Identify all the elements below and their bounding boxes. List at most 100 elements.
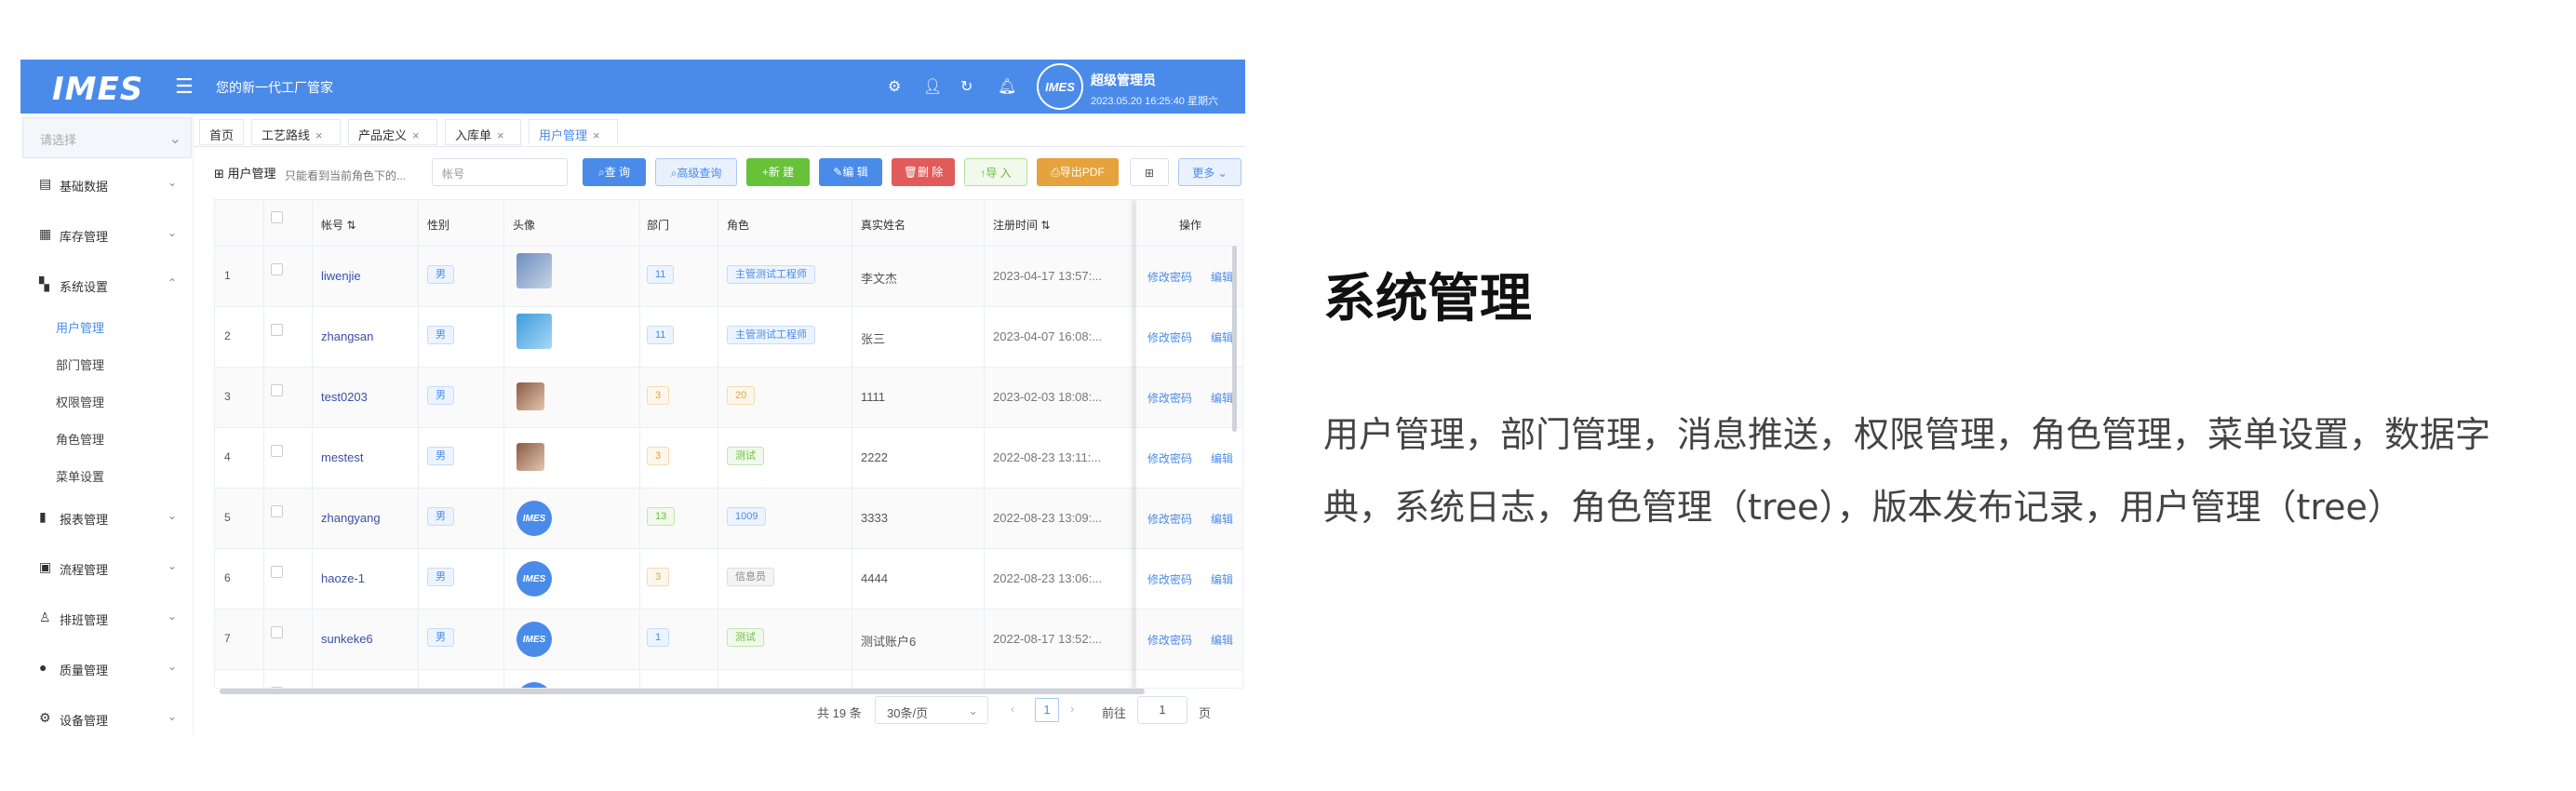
change-password-link[interactable]: 修改密码 bbox=[1147, 511, 1192, 527]
import-button[interactable]: ↑导 入 bbox=[964, 158, 1027, 186]
header-register-time[interactable]: 注册时间 ⇅ bbox=[993, 217, 1050, 233]
tab-home[interactable]: 首页 bbox=[199, 119, 244, 145]
database-icon: ▤ bbox=[39, 176, 52, 191]
account-link[interactable]: zhangyang bbox=[321, 511, 381, 525]
prev-page-icon[interactable]: ‹ bbox=[1011, 702, 1014, 716]
user-name[interactable]: 超级管理员 bbox=[1091, 71, 1156, 89]
current-page[interactable]: 1 bbox=[1035, 698, 1059, 722]
sidebar-subitem-permission[interactable]: 权限管理 bbox=[56, 393, 104, 410]
user-avatar[interactable]: IMES bbox=[1037, 63, 1083, 110]
change-password-link[interactable]: 修改密码 bbox=[1147, 269, 1192, 285]
row-checkbox[interactable] bbox=[271, 384, 283, 396]
account-link[interactable]: test0203 bbox=[321, 390, 368, 404]
gear-icon: ⚙ bbox=[39, 710, 51, 725]
more-button[interactable]: 更多 ⌄ bbox=[1178, 158, 1241, 186]
change-password-link[interactable]: 修改密码 bbox=[1147, 450, 1192, 466]
delete-button[interactable]: 🗑︎删 除 bbox=[892, 158, 955, 186]
sidebar-subitem-dept[interactable]: 部门管理 bbox=[56, 355, 104, 373]
sidebar-item-system-settings[interactable]: ▚ 系统设置 ⌃ bbox=[20, 266, 194, 303]
sidebar-subitem-role[interactable]: 角色管理 bbox=[56, 430, 104, 448]
advanced-query-button[interactable]: ⌕高级查询 bbox=[655, 158, 737, 186]
edit-link[interactable]: 编辑 bbox=[1211, 450, 1233, 466]
select-all-checkbox[interactable] bbox=[271, 211, 283, 223]
column-divider bbox=[312, 200, 313, 688]
process-icon: ▣ bbox=[39, 559, 52, 574]
row-checkbox[interactable] bbox=[271, 324, 283, 336]
sidebar-item-basic-data[interactable]: ▤ 基础数据 ⌄ bbox=[20, 166, 194, 203]
change-password-link[interactable]: 修改密码 bbox=[1147, 571, 1192, 587]
goto-page-input[interactable]: 1 bbox=[1137, 696, 1187, 724]
gender-tag: 男 bbox=[427, 568, 454, 586]
column-settings-icon[interactable]: ⊞ bbox=[1130, 158, 1169, 186]
edit-link[interactable]: 编辑 bbox=[1211, 571, 1233, 587]
settings-icon[interactable]: ⚙ bbox=[888, 77, 901, 96]
account-link[interactable]: mestest bbox=[321, 450, 364, 464]
edit-button[interactable]: ✎编 辑 bbox=[819, 158, 882, 186]
row-checkbox[interactable] bbox=[271, 445, 283, 457]
page-size-select[interactable]: 30条/页 ⌄ bbox=[875, 696, 988, 724]
user-icon[interactable]: 👤︎ bbox=[923, 77, 942, 96]
account-link[interactable]: liwenjie bbox=[321, 269, 361, 283]
edit-link[interactable]: 编辑 bbox=[1211, 329, 1233, 345]
close-icon[interactable]: × bbox=[593, 128, 600, 142]
sidebar-item-reports[interactable]: ▮ 报表管理 ⌄ bbox=[20, 499, 194, 536]
table-row[interactable]: 6 haoze-1 男 IMES 3 信息员 4444 2022-08-23 13:06:..… bbox=[215, 549, 1242, 610]
tab-inbound-order[interactable]: 入库单 × bbox=[445, 119, 521, 145]
role-tag: 测试 bbox=[727, 628, 764, 647]
row-checkbox[interactable] bbox=[271, 626, 283, 638]
edit-link[interactable]: 编辑 bbox=[1211, 269, 1233, 285]
new-button[interactable]: +新 建 bbox=[746, 158, 810, 186]
edit-link[interactable]: 编辑 bbox=[1211, 632, 1233, 648]
table-row[interactable]: 8sunkeke5男IMES3主管测试工程师测试账户52022-08-17 13… bbox=[215, 670, 1242, 688]
sidebar-subitem-menu[interactable]: 菜单设置 bbox=[56, 467, 104, 485]
query-button[interactable]: ⌕查 询 bbox=[583, 158, 646, 186]
account-search-input[interactable]: 帐号 bbox=[432, 158, 568, 186]
chevron-down-icon: ⌄ bbox=[167, 660, 177, 673]
sidebar-item-quality[interactable]: ● 质量管理 ⌄ bbox=[20, 650, 194, 687]
sidebar-subitem-user[interactable]: 用户管理 bbox=[56, 318, 104, 336]
tab-user-management[interactable]: 用户管理 × bbox=[529, 119, 618, 145]
header-account[interactable]: 帐号 ⇅ bbox=[321, 217, 356, 233]
select-placeholder: 请选择 bbox=[40, 133, 77, 147]
row-checkbox[interactable] bbox=[271, 263, 283, 275]
account-link[interactable]: sunkeke6 bbox=[321, 632, 373, 646]
bell-icon[interactable]: 🔔︎ bbox=[998, 77, 1016, 96]
refresh-icon[interactable]: ↻ bbox=[960, 77, 973, 96]
tab-product-definition[interactable]: 产品定义 × bbox=[348, 119, 437, 145]
sidebar-item-scheduling[interactable]: ♙ 排班管理 ⌄ bbox=[20, 599, 194, 637]
vertical-scrollbar[interactable] bbox=[1232, 246, 1237, 432]
row-checkbox[interactable] bbox=[271, 505, 283, 517]
account-link[interactable]: zhangsan bbox=[321, 329, 373, 343]
table-row[interactable]: 1 liwenjie 男 11 主管测试工程师 李文杰 2023-04-17 13:57:.… bbox=[215, 247, 1242, 307]
tab-process-route[interactable]: 工艺路线 × bbox=[251, 119, 341, 145]
row-checkbox[interactable] bbox=[271, 566, 283, 578]
next-page-icon[interactable]: › bbox=[1070, 702, 1074, 716]
change-password-link[interactable]: 修改密码 bbox=[1147, 329, 1192, 345]
table-row[interactable]: 2 zhangsan 男 11 主管测试工程师 张三 2023-04-07 16:08:..… bbox=[215, 307, 1242, 368]
dept-tag: 3 bbox=[647, 447, 670, 465]
table-row[interactable]: 3 test0203 男 3 20 1111 2023-02-03 18:08:... bbox=[215, 368, 1242, 428]
change-password-link[interactable]: 修改密码 bbox=[1147, 632, 1192, 648]
close-icon[interactable]: × bbox=[315, 128, 323, 142]
horizontal-scrollbar[interactable] bbox=[220, 689, 1145, 694]
real-name: 2222 bbox=[861, 450, 888, 464]
close-icon[interactable]: × bbox=[412, 128, 420, 142]
table-row[interactable]: 7 sunkeke6 男 IMES 1 测试 测试账户6 2022-08-17 13:52:.… bbox=[215, 610, 1242, 670]
close-icon[interactable]: × bbox=[497, 128, 504, 142]
sidebar-item-process[interactable]: ▣ 流程管理 ⌄ bbox=[20, 549, 194, 586]
table-row[interactable]: 5 zhangyang 男 IMES 13 1009 3333 2022-08-23 13:0… bbox=[215, 489, 1242, 549]
sort-icon[interactable]: ⇅ bbox=[1040, 219, 1050, 232]
sidebar-item-equipment[interactable]: ⚙ 设备管理 ⌄ bbox=[20, 700, 194, 735]
sort-icon[interactable]: ⇅ bbox=[346, 219, 356, 232]
edit-link[interactable]: 编辑 bbox=[1211, 511, 1233, 527]
chevron-down-icon: ⌄ bbox=[968, 704, 978, 717]
menu-toggle-icon[interactable]: ☰ bbox=[175, 74, 194, 99]
sidebar-item-inventory[interactable]: ▦ 库存管理 ⌄ bbox=[20, 216, 194, 253]
table-row[interactable]: 4 mestest 男 3 测试 2222 2022-08-23 13:11:... bbox=[215, 428, 1242, 489]
change-password-link[interactable]: 修改密码 bbox=[1147, 390, 1192, 406]
account-link[interactable]: haoze-1 bbox=[321, 571, 365, 585]
export-pdf-button[interactable]: ⎙导出PDF bbox=[1037, 158, 1119, 186]
edit-link[interactable]: 编辑 bbox=[1211, 390, 1233, 406]
operations-cell: 修改密码 编辑 bbox=[1136, 549, 1242, 610]
factory-select[interactable]: 请选择 ⌄ bbox=[22, 117, 192, 158]
